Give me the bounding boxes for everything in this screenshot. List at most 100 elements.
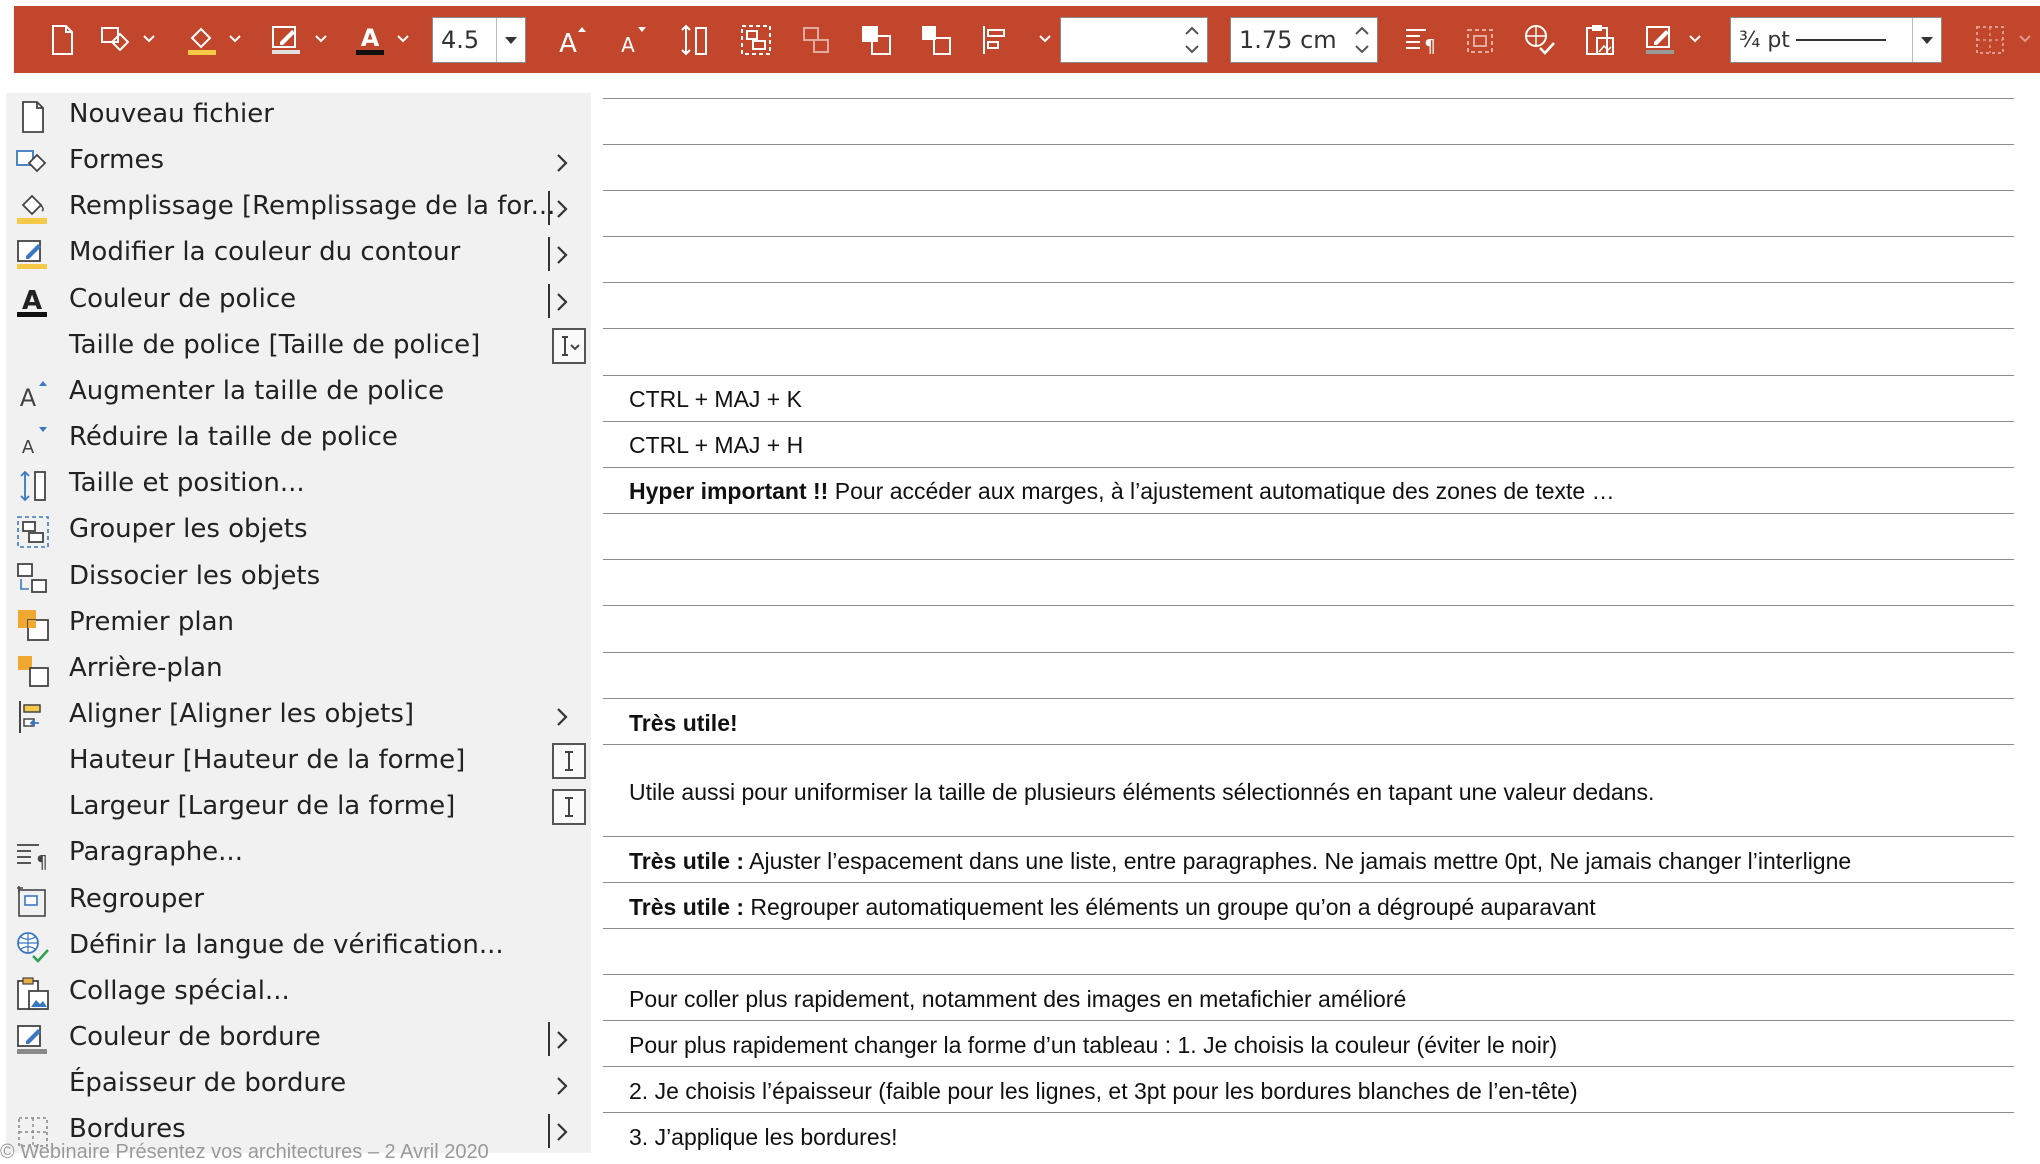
paste-special-icon[interactable] <box>1580 20 1620 60</box>
shapes-dropdown-chevron-icon[interactable] <box>140 30 158 48</box>
border-color-dropdown-chevron-icon[interactable] <box>1686 30 1704 48</box>
paragraph-icon[interactable]: ¶ <box>1400 20 1440 60</box>
menu-item[interactable]: Taille de police [Taille de police] <box>6 324 591 370</box>
menu-item[interactable]: Premier plan <box>6 601 591 647</box>
menu-item[interactable]: Taille et position... <box>6 462 591 508</box>
border-weight-field[interactable]: ¾ pt <box>1730 17 1942 63</box>
table-row-text: Pour coller plus rapidement, notamment d… <box>629 986 1407 1012</box>
svg-text:A: A <box>22 437 35 458</box>
increase-font-icon[interactable]: A <box>552 20 592 60</box>
font-size-field[interactable]: 4.5 <box>432 17 526 63</box>
menu-item[interactable]: ¶ Paragraphe... <box>6 831 591 877</box>
send-back-icon[interactable] <box>916 20 956 60</box>
group-icon[interactable] <box>736 20 776 60</box>
width-spinner-icon[interactable] <box>1351 20 1373 60</box>
table-row-divider <box>603 467 2014 468</box>
submenu-arrow-icon[interactable] <box>552 705 572 729</box>
table-row-divider <box>603 1112 2014 1113</box>
submenu-arrow-icon[interactable] <box>552 1074 572 1098</box>
outline-dropdown-chevron-icon[interactable] <box>312 30 330 48</box>
menu-item[interactable]: A Réduire la taille de police <box>6 416 591 462</box>
border-weight-line <box>1795 39 1886 41</box>
menu-item[interactable]: Couleur de bordure <box>6 1016 591 1062</box>
menu-item[interactable]: Hauteur [Hauteur de la forme] <box>6 739 591 785</box>
shapes-icon <box>14 144 52 182</box>
menu-item[interactable]: Nouveau fichier <box>6 93 591 139</box>
align-icon[interactable] <box>976 20 1016 60</box>
regroup-icon[interactable] <box>1460 20 1500 60</box>
font-size-dropdown-icon[interactable] <box>496 18 525 62</box>
height-field[interactable] <box>1060 17 1208 63</box>
paragraph-icon: ¶ <box>14 836 52 874</box>
table-row-emphasis: Très utile : <box>629 894 745 920</box>
menu-item[interactable]: Collage spécial... <box>6 970 591 1016</box>
outline-color-icon[interactable] <box>266 20 306 60</box>
ungroup-icon <box>14 560 52 598</box>
menu-item[interactable]: Formes <box>6 139 591 185</box>
fill-icon <box>14 190 52 228</box>
width-field[interactable]: 1.75 cm <box>1230 17 1378 63</box>
regroup-icon <box>14 883 52 921</box>
submenu-arrow-icon[interactable] <box>552 1120 572 1144</box>
menu-item[interactable]: A Augmenter la taille de police <box>6 370 591 416</box>
size-position-icon[interactable] <box>674 20 714 60</box>
decrease-font-icon[interactable]: A <box>612 20 652 60</box>
submenu-arrow-icon[interactable] <box>552 197 572 221</box>
table-row-emphasis: Très utile : <box>629 848 745 874</box>
menu-item-label: Premier plan <box>69 607 234 637</box>
border-color-icon <box>14 1021 52 1059</box>
menu-item[interactable]: Largeur [Largeur de la forme] <box>6 785 591 831</box>
table-row: Très utile! <box>629 710 738 737</box>
menu-item[interactable]: Épaisseur de bordure <box>6 1062 591 1108</box>
borders-icon[interactable] <box>1970 20 2010 60</box>
table-row: CTRL + MAJ + H <box>629 432 803 459</box>
table-row: Hyper important !! Pour accéder aux marg… <box>629 478 1615 505</box>
font-size-value: 4.5 <box>441 26 480 54</box>
border-color-icon[interactable] <box>1640 20 1680 60</box>
menu-item[interactable]: Remplissage [Remplissage de la for... <box>6 185 591 231</box>
language-icon <box>14 929 52 967</box>
fill-icon[interactable] <box>182 20 222 60</box>
shapes-icon[interactable] <box>96 20 136 60</box>
split-separator <box>548 1114 550 1148</box>
height-spinner-icon[interactable] <box>1181 20 1203 60</box>
border-weight-dropdown-icon[interactable] <box>1912 18 1941 62</box>
submenu-arrow-icon[interactable] <box>552 290 572 314</box>
table-row-divider <box>603 421 2014 422</box>
font-color-dropdown-chevron-icon[interactable] <box>394 30 412 48</box>
menu-item[interactable]: Regrouper <box>6 878 591 924</box>
menu-item[interactable]: A Couleur de police <box>6 278 591 324</box>
table-row-divider <box>603 698 2014 699</box>
borders-dropdown-chevron-icon[interactable] <box>2016 30 2034 48</box>
font-color-icon[interactable]: A <box>350 20 390 60</box>
menu-item[interactable]: Arrière-plan <box>6 647 591 693</box>
fill-dropdown-chevron-icon[interactable] <box>226 30 244 48</box>
menu-item-label: Aligner [Aligner les objets] <box>69 699 415 729</box>
quick-access-toolbar: A 4.5 A A 1.75 cm ¶ ¾ pt <box>14 6 2040 73</box>
ungroup-icon[interactable] <box>796 20 836 60</box>
menu-item[interactable]: Dissocier les objets <box>6 555 591 601</box>
submenu-arrow-icon[interactable] <box>552 1028 572 1052</box>
menu-item-label: Taille de police [Taille de police] <box>69 330 481 360</box>
bring-front-icon[interactable] <box>856 20 896 60</box>
svg-text:¶: ¶ <box>36 852 47 873</box>
language-icon[interactable] <box>1520 20 1560 60</box>
new-file-icon[interactable] <box>42 20 82 60</box>
submenu-arrow-icon[interactable] <box>552 151 572 175</box>
text-box-icon[interactable] <box>552 743 586 779</box>
table-row-divider <box>603 652 2014 653</box>
menu-item[interactable]: Grouper les objets <box>6 508 591 554</box>
menu-item-label: Collage spécial... <box>69 976 290 1006</box>
menu-item[interactable]: Modifier la couleur du contour <box>6 231 591 277</box>
text-box-icon[interactable] <box>552 789 586 825</box>
menu-item[interactable]: Définir la langue de vérification... <box>6 924 591 970</box>
align-dropdown-chevron-icon[interactable] <box>1036 30 1054 48</box>
align-icon <box>14 698 52 736</box>
menu-item-label: Remplissage [Remplissage de la for... <box>69 191 556 221</box>
table-row-divider <box>603 559 2014 560</box>
submenu-arrow-icon[interactable] <box>552 243 572 267</box>
text-dropdown-box-icon[interactable] <box>552 328 586 364</box>
menu-item[interactable]: Aligner [Aligner les objets] <box>6 693 591 739</box>
table-row: Pour plus rapidement changer la forme d’… <box>629 1032 1557 1059</box>
menu-item-label: Définir la langue de vérification... <box>69 930 504 960</box>
